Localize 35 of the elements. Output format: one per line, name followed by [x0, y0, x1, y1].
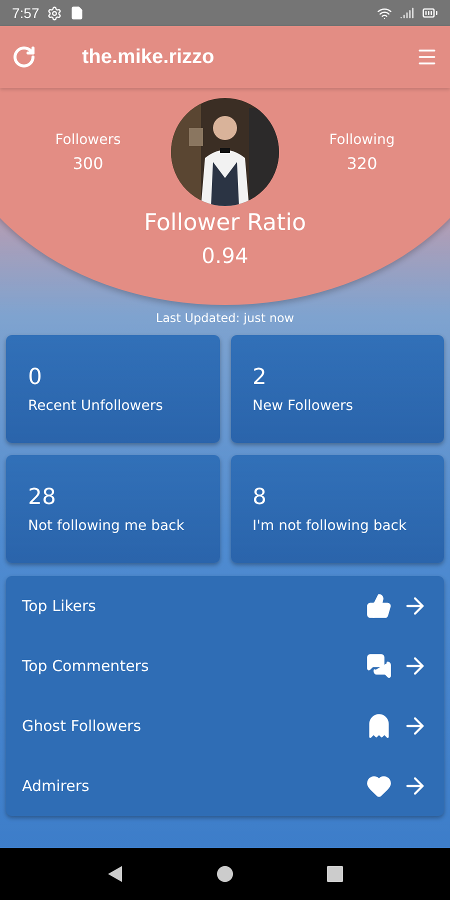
- recents-button[interactable]: [327, 866, 344, 882]
- stat-label: Recent Unfollowers: [28, 398, 164, 414]
- link-label[interactable]: Top Likers: [22, 597, 366, 615]
- gear-icon: [47, 6, 62, 20]
- following-count: 320: [346, 154, 378, 172]
- back-button[interactable]: [106, 865, 123, 883]
- stat-label: Not following me back: [28, 518, 186, 534]
- stat-value: 8: [252, 484, 268, 510]
- status-time: 7:57: [12, 5, 40, 21]
- following-label: Following: [329, 132, 395, 148]
- heart-icon: [366, 773, 392, 799]
- link-label[interactable]: Admirers: [22, 777, 366, 795]
- stat-label: I'm not following back: [252, 518, 408, 534]
- stat-card[interactable]: 28 Not following me back: [6, 455, 220, 563]
- ratio-label: Follower Ratio: [142, 210, 308, 236]
- stat-card[interactable]: 0 Recent Unfollowers: [6, 335, 220, 443]
- chat-bubbles-icon: [366, 653, 392, 679]
- wifi-icon: [377, 6, 392, 20]
- home-button[interactable]: [216, 865, 234, 883]
- stat-card[interactable]: 8 I'm not following back: [230, 455, 444, 563]
- followers-count: 300: [72, 154, 104, 172]
- username-title: the.mike.rizzo: [82, 46, 216, 68]
- link-label[interactable]: Top Commenters: [22, 657, 366, 675]
- followers-label: Followers: [55, 132, 121, 148]
- stat-value: 2: [252, 364, 268, 390]
- sd-card-icon: [70, 6, 84, 20]
- link-label[interactable]: Ghost Followers: [22, 717, 366, 735]
- thumbs-up-icon: [366, 593, 392, 619]
- stat-value: 0: [28, 364, 43, 390]
- last-updated-text: Last Updated: just now: [154, 311, 296, 325]
- stat-label: New Followers: [252, 398, 354, 414]
- stat-value: 28: [28, 484, 57, 510]
- stat-card[interactable]: 2 New Followers: [230, 335, 444, 443]
- signal-icon: [400, 6, 414, 20]
- ratio-value: 0.94: [200, 244, 250, 268]
